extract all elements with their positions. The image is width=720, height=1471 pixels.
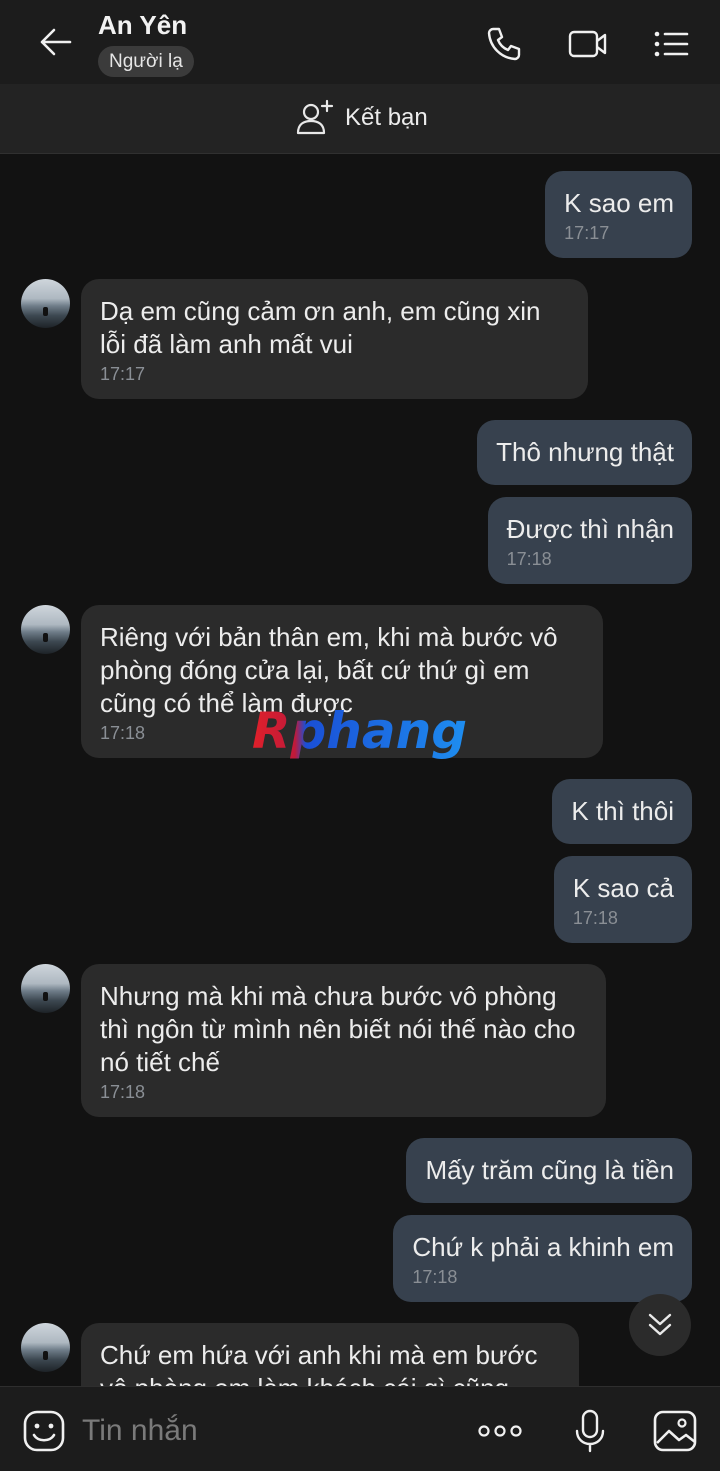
message-bubble-incoming[interactable]: Chứ em hứa với anh khi mà em bước vô phò… bbox=[81, 1323, 579, 1386]
message-time: 17:18 bbox=[100, 1082, 146, 1102]
message-text: K thì thôi bbox=[571, 796, 674, 826]
avatar[interactable] bbox=[21, 605, 70, 654]
microphone-icon bbox=[575, 1409, 605, 1453]
message-time: 17:18 bbox=[506, 549, 552, 569]
message-text: Nhưng mà khi mà chưa bước vô phòng thì n… bbox=[100, 981, 576, 1077]
message-text: Chứ k phải a khinh em bbox=[412, 1232, 674, 1262]
add-friend-bar: Kết bạn bbox=[0, 84, 720, 154]
message-time: 17:17 bbox=[100, 364, 146, 384]
message-text: K sao em bbox=[564, 188, 674, 218]
more-button[interactable] bbox=[476, 1409, 524, 1453]
message-text: Được thì nhận bbox=[506, 514, 674, 544]
more-icon bbox=[478, 1425, 522, 1437]
avatar[interactable] bbox=[21, 279, 70, 328]
phone-icon bbox=[487, 27, 521, 61]
video-call-button[interactable] bbox=[566, 24, 610, 64]
message-bubble-outgoing[interactable]: K sao cả 17:18 bbox=[553, 856, 692, 943]
voice-message-button[interactable] bbox=[566, 1409, 614, 1453]
message-time: 17:18 bbox=[572, 908, 618, 928]
message-time: 17:17 bbox=[564, 223, 610, 243]
emoji-button[interactable] bbox=[22, 1409, 66, 1453]
stranger-badge: Người lạ bbox=[98, 46, 194, 77]
scroll-to-bottom-button[interactable] bbox=[629, 1294, 691, 1356]
emoji-icon bbox=[23, 1410, 65, 1452]
message-text: Dạ em cũng cảm ơn anh, em cũng xin lỗi đ… bbox=[100, 296, 541, 359]
contact-name[interactable]: An Yên bbox=[98, 10, 187, 41]
message-text: Thô nhưng thật bbox=[496, 437, 674, 467]
message-bubble-outgoing[interactable]: K thì thôi bbox=[552, 779, 692, 844]
svg-text:Rphang: Rphang bbox=[252, 702, 467, 760]
back-button[interactable] bbox=[36, 24, 76, 60]
double-chevron-down-icon bbox=[648, 1313, 672, 1336]
message-time: 17:18 bbox=[412, 1267, 458, 1287]
avatar[interactable] bbox=[21, 1323, 70, 1372]
message-composer bbox=[0, 1386, 720, 1471]
message-bubble-outgoing[interactable]: Thô nhưng thật bbox=[477, 420, 692, 485]
message-text: Mấy trăm cũng là tiền bbox=[425, 1155, 674, 1185]
add-friend-button[interactable]: Kết bạn bbox=[295, 98, 428, 138]
message-bubble-outgoing[interactable]: Mấy trăm cũng là tiền bbox=[406, 1138, 692, 1203]
message-bubble-incoming[interactable]: Nhưng mà khi mà chưa bước vô phòng thì n… bbox=[81, 964, 606, 1117]
chat-header: An Yên Người lạ bbox=[0, 0, 720, 84]
send-image-button[interactable] bbox=[652, 1409, 700, 1453]
message-text: Chứ em hứa với anh khi mà em bước vô phò… bbox=[100, 1340, 538, 1386]
back-arrow-icon bbox=[40, 28, 72, 56]
message-bubble-outgoing[interactable]: K sao em 17:17 bbox=[545, 171, 692, 258]
message-text: K sao cả bbox=[572, 873, 674, 903]
avatar[interactable] bbox=[21, 964, 70, 1013]
add-friend-label: Kết bạn bbox=[345, 104, 428, 131]
message-list[interactable]: K sao em 17:17 Dạ em cũng cảm ơn anh, em… bbox=[0, 155, 720, 1386]
menu-icon bbox=[654, 31, 689, 57]
image-icon bbox=[653, 1410, 697, 1452]
add-friend-icon bbox=[296, 99, 334, 135]
watermark-logo: Rphang bbox=[252, 702, 467, 760]
message-input[interactable] bbox=[82, 1409, 442, 1453]
message-bubble-incoming[interactable]: Dạ em cũng cảm ơn anh, em cũng xin lỗi đ… bbox=[81, 279, 588, 399]
voice-call-button[interactable] bbox=[484, 24, 524, 64]
message-bubble-outgoing[interactable]: Chứ k phải a khinh em 17:18 bbox=[393, 1215, 692, 1302]
message-bubble-outgoing[interactable]: Được thì nhận 17:18 bbox=[487, 497, 692, 584]
video-call-icon bbox=[568, 30, 607, 58]
menu-button[interactable] bbox=[652, 24, 692, 64]
